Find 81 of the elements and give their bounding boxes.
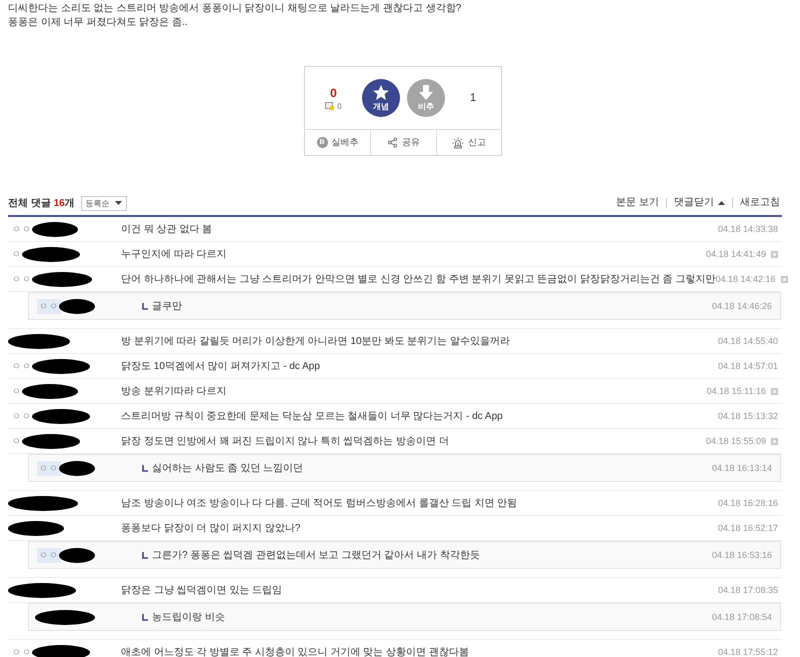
header-link[interactable]: 본문 보기 [609,198,666,208]
comment-time: 04.18 15:13:32 [718,411,778,421]
comment-time: 04.18 14:57:01 [718,361,778,371]
nickname: ㅇㅇ [37,548,61,562]
comment-time: 04.18 15:55:09 [706,436,766,446]
upvote-button[interactable]: 개념 [362,79,400,117]
reply-text: 농드립이랑 비슷 [152,611,226,624]
fixed-upvote-count: 0 [337,102,342,110]
redaction-mark [59,548,95,562]
redaction-mark [8,496,78,510]
comment-time: 04.18 16:28:16 [718,498,778,508]
redaction-mark [32,408,90,424]
star-icon [373,84,389,100]
post-body-line: 디씨한다는 소리도 없는 스트리머 방송에서 퐁퐁이니 닭장이니 채팅으로 날라드는게 괜찮다고 생각함? [8,2,462,16]
comment-text: 남조 방송이나 여조 방송이나 다 다름. 근데 적어도 럼버스방송에서 롤갤산 드립 치면 안됨 [121,497,518,510]
close-icon[interactable] [771,438,778,444]
comment-text: 누구인지에 따라 다르지 [121,248,228,261]
redaction-mark [8,582,76,598]
nickname: ㅇㅇ [11,272,33,286]
comment-time: 04.18 17:08:35 [718,585,778,595]
header-link[interactable]: 새로고침 [732,198,782,208]
redaction-mark [32,358,90,374]
reply-time: 04.18 17:08:54 [712,612,772,622]
comment-time: 04.18 14:42:16 [715,274,776,284]
comment-text: 닭장도 10덕겜에서 많이 퍼져가지고 - dc App [121,360,321,373]
sort-dropdown[interactable]: 등록순 [80,196,127,210]
nickname: ㅇㅇ [37,460,61,476]
redaction-mark [35,610,95,624]
comment-time: 04.18 14:41:49 [706,249,766,259]
redaction-mark [8,520,64,536]
nickname: ㅇ [11,384,23,398]
redaction-mark [59,298,95,314]
redaction-mark [22,246,80,262]
share-icon [387,137,398,148]
caret-down-icon [114,201,122,205]
caret-up-icon [718,201,725,205]
comment-text: 닭장 정도면 인방에서 꽤 퍼진 드립이지 않나 특히 씹덕겜하는 방송이면 더 [121,435,450,448]
redaction-mark [8,334,70,348]
reply-text: 그른가? 퐁퐁은 씹덕겜 관련없는데서 보고 그랬던거 같아서 내가 착각한듯 [152,549,481,562]
comment-text: 방 분위기에 따라 갈릴듯 머리가 이상한게 아니라면 10분만 봐도 분위기는 알수있을꺼라 [121,335,511,348]
redaction-mark [32,222,78,236]
comment-text: 퐁퐁보다 닭장이 더 많이 퍼지지 않았나? [121,522,302,535]
redaction-mark [32,644,90,657]
comment-time: 04.18 14:55:40 [718,336,778,346]
header-link[interactable]: 댓글닫기 [666,198,732,208]
nickname: ㅇㅇ [11,360,33,372]
reply-time: 04.18 16:53:16 [712,550,772,560]
reply-text: 글쿠만 [152,300,183,313]
siren-icon [452,136,464,148]
nickname: ㅇㅇ [37,298,61,314]
comment-time: 04.18 17:55:12 [718,647,778,657]
arrow-down-icon [419,84,433,100]
nickname: ㅇ [11,434,23,448]
nickname: ㅇ [11,248,23,260]
downvote-count: 1 [470,92,476,104]
comment-text: 단어 하나하나에 관해서는 그냥 스트리머가 안막으면 별로 신경 안쓰긴 함 주변 분위기 못읽고 뜬금없이 닭장닭장거리는건 좀 그렇지만 [121,273,716,286]
comment-time: 04.18 16:52:17 [718,523,778,533]
comment-time: 04.18 14:33:38 [718,224,778,234]
close-icon[interactable] [771,250,778,258]
redaction-mark [59,460,95,476]
upvote-count: 0 [330,86,337,100]
nickname: ㅇㅇ [11,222,33,236]
comment-text: 스트리머방 규칙이 중요한데 문제는 닥눈삼 모르는 철새들이 너무 많다는거지 - dc App [121,410,504,423]
redaction-mark [32,272,92,286]
comment-time: 04.18 15:11:16 [706,386,766,396]
reply-time: 04.18 14:46:26 [712,301,772,311]
comment-text: 닭장은 그냥 씹덕겜이면 있는 드립임 [121,584,284,597]
reply-time: 04.18 16:13:14 [712,463,772,473]
comment-text: 이건 뭐 상관 없다 봄 [121,223,214,236]
comment-count-title: 전체 댓글 16개 [8,197,75,210]
redaction-mark [22,434,80,448]
reply-text: 싫어하는 사람도 좀 있던 느낌이던 [152,462,304,475]
nickname: ㅇㅇ [11,410,33,422]
post-body-line: 퐁퐁은 이제 너무 퍼졌다쳐도 닭장은 좀.. [8,16,188,30]
comment-text: 방송 분위기따라 다르지 [121,385,228,398]
close-icon[interactable] [771,388,778,394]
nickname: ㅇㅇ [11,646,33,657]
note-icon [325,102,334,110]
close-icon[interactable] [780,276,788,282]
redaction-mark [22,384,78,398]
comment-text: 애초에 어느정도 각 방별로 주 시청층이 있으니 거기에 맞는 상황이면 괜찮다봄 [121,646,470,657]
